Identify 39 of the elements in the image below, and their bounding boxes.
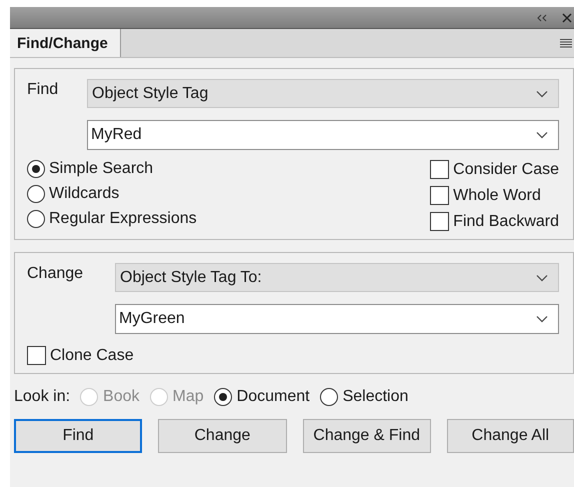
radio-label: Selection [342, 388, 408, 406]
collapse-icon[interactable] [536, 14, 548, 22]
radio-label: Simple Search [49, 160, 154, 178]
action-button[interactable]: Find [14, 419, 142, 453]
radio-button[interactable] [320, 388, 338, 406]
chevron-icon [536, 131, 548, 139]
find-label: Find [27, 80, 60, 99]
close-icon[interactable] [562, 12, 572, 22]
look-in-label: Look in: [14, 388, 70, 406]
radio-label: Wildcards [49, 185, 120, 203]
action-button[interactable]: Change [158, 419, 287, 453]
checkbox-label: Find Backward [453, 212, 559, 230]
radio-button[interactable] [27, 210, 45, 228]
checkbox[interactable] [430, 212, 450, 231]
chevron-icon [536, 315, 548, 323]
checkbox-label: Whole Word [453, 186, 541, 204]
radio-button[interactable] [214, 388, 232, 406]
radio-label: Document [236, 388, 310, 406]
radio-button[interactable] [27, 185, 45, 203]
radio-label: Book [103, 388, 140, 406]
radio-label: Regular Expressions [49, 210, 197, 228]
chevron-icon [536, 90, 548, 98]
change-to-field[interactable]: MyGreen [115, 304, 559, 334]
panel-tab[interactable]: Find/Change [10, 29, 121, 57]
radio-button[interactable] [27, 160, 45, 178]
checkbox-label: Clone Case [50, 346, 134, 364]
find-type-dropdown[interactable]: Object Style Tag [87, 79, 559, 108]
change-type-dropdown[interactable]: Object Style Tag To: [115, 263, 559, 292]
change-label: Change [27, 264, 84, 283]
chevron-icon [536, 274, 548, 282]
checkbox[interactable] [430, 160, 450, 179]
action-button[interactable]: Change All [446, 419, 574, 453]
checkbox[interactable] [430, 186, 450, 205]
checkbox-label: Consider Case [453, 160, 559, 178]
find-what-field[interactable]: MyRed [87, 120, 559, 150]
checkbox[interactable] [27, 346, 46, 365]
menu-icon[interactable] [560, 38, 572, 48]
radio-label: Map [172, 388, 204, 406]
action-button[interactable]: Change & Find [302, 419, 431, 453]
